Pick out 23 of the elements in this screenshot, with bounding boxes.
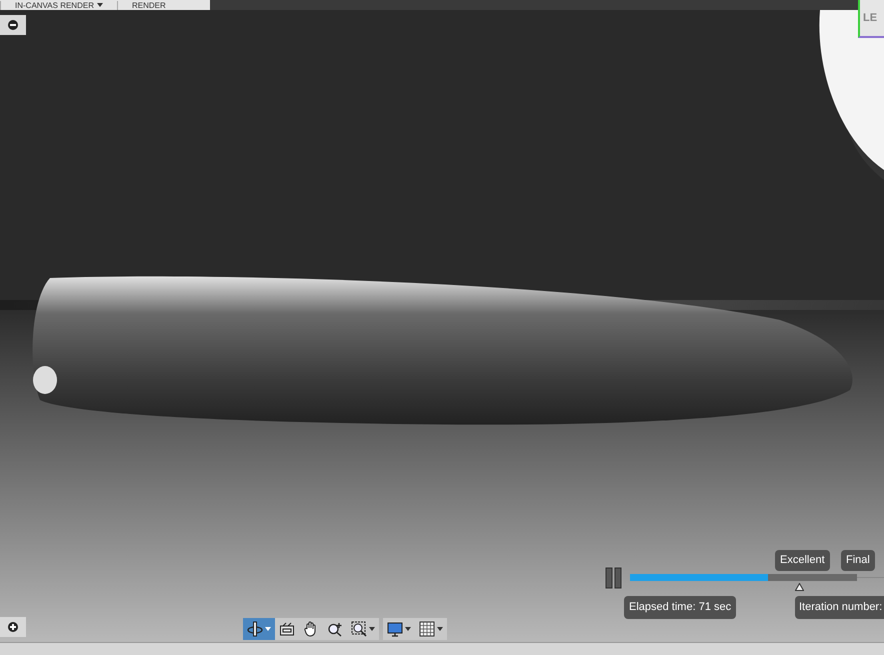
milestone-label: Excellent: [775, 550, 830, 570]
iteration-number: Iteration number:: [795, 596, 884, 618]
milestone-label: Final: [841, 550, 875, 570]
marker-icon: [795, 583, 804, 591]
caret-icon: [369, 627, 375, 631]
toolbar-button[interactable]: [243, 618, 275, 640]
caret-icon: [265, 627, 271, 631]
pause-icon: [605, 567, 623, 589]
collapse-button[interactable]: [0, 15, 26, 35]
grid-icon: [419, 621, 435, 637]
caret-icon: [437, 627, 443, 631]
zoom-window-icon: [351, 621, 367, 637]
pause-button[interactable]: [604, 566, 624, 590]
plus-icon: [8, 622, 18, 632]
minus-icon: [8, 20, 18, 30]
zoom-icon: [327, 621, 343, 637]
expand-button[interactable]: [0, 617, 26, 637]
monitor-icon: [387, 621, 403, 637]
caret-icon: [405, 627, 411, 631]
elapsed-time: Elapsed time: 71 sec: [624, 596, 736, 618]
caret-icon: [96, 3, 103, 7]
orbit-icon: [247, 621, 263, 637]
screen-icon: [279, 621, 295, 637]
